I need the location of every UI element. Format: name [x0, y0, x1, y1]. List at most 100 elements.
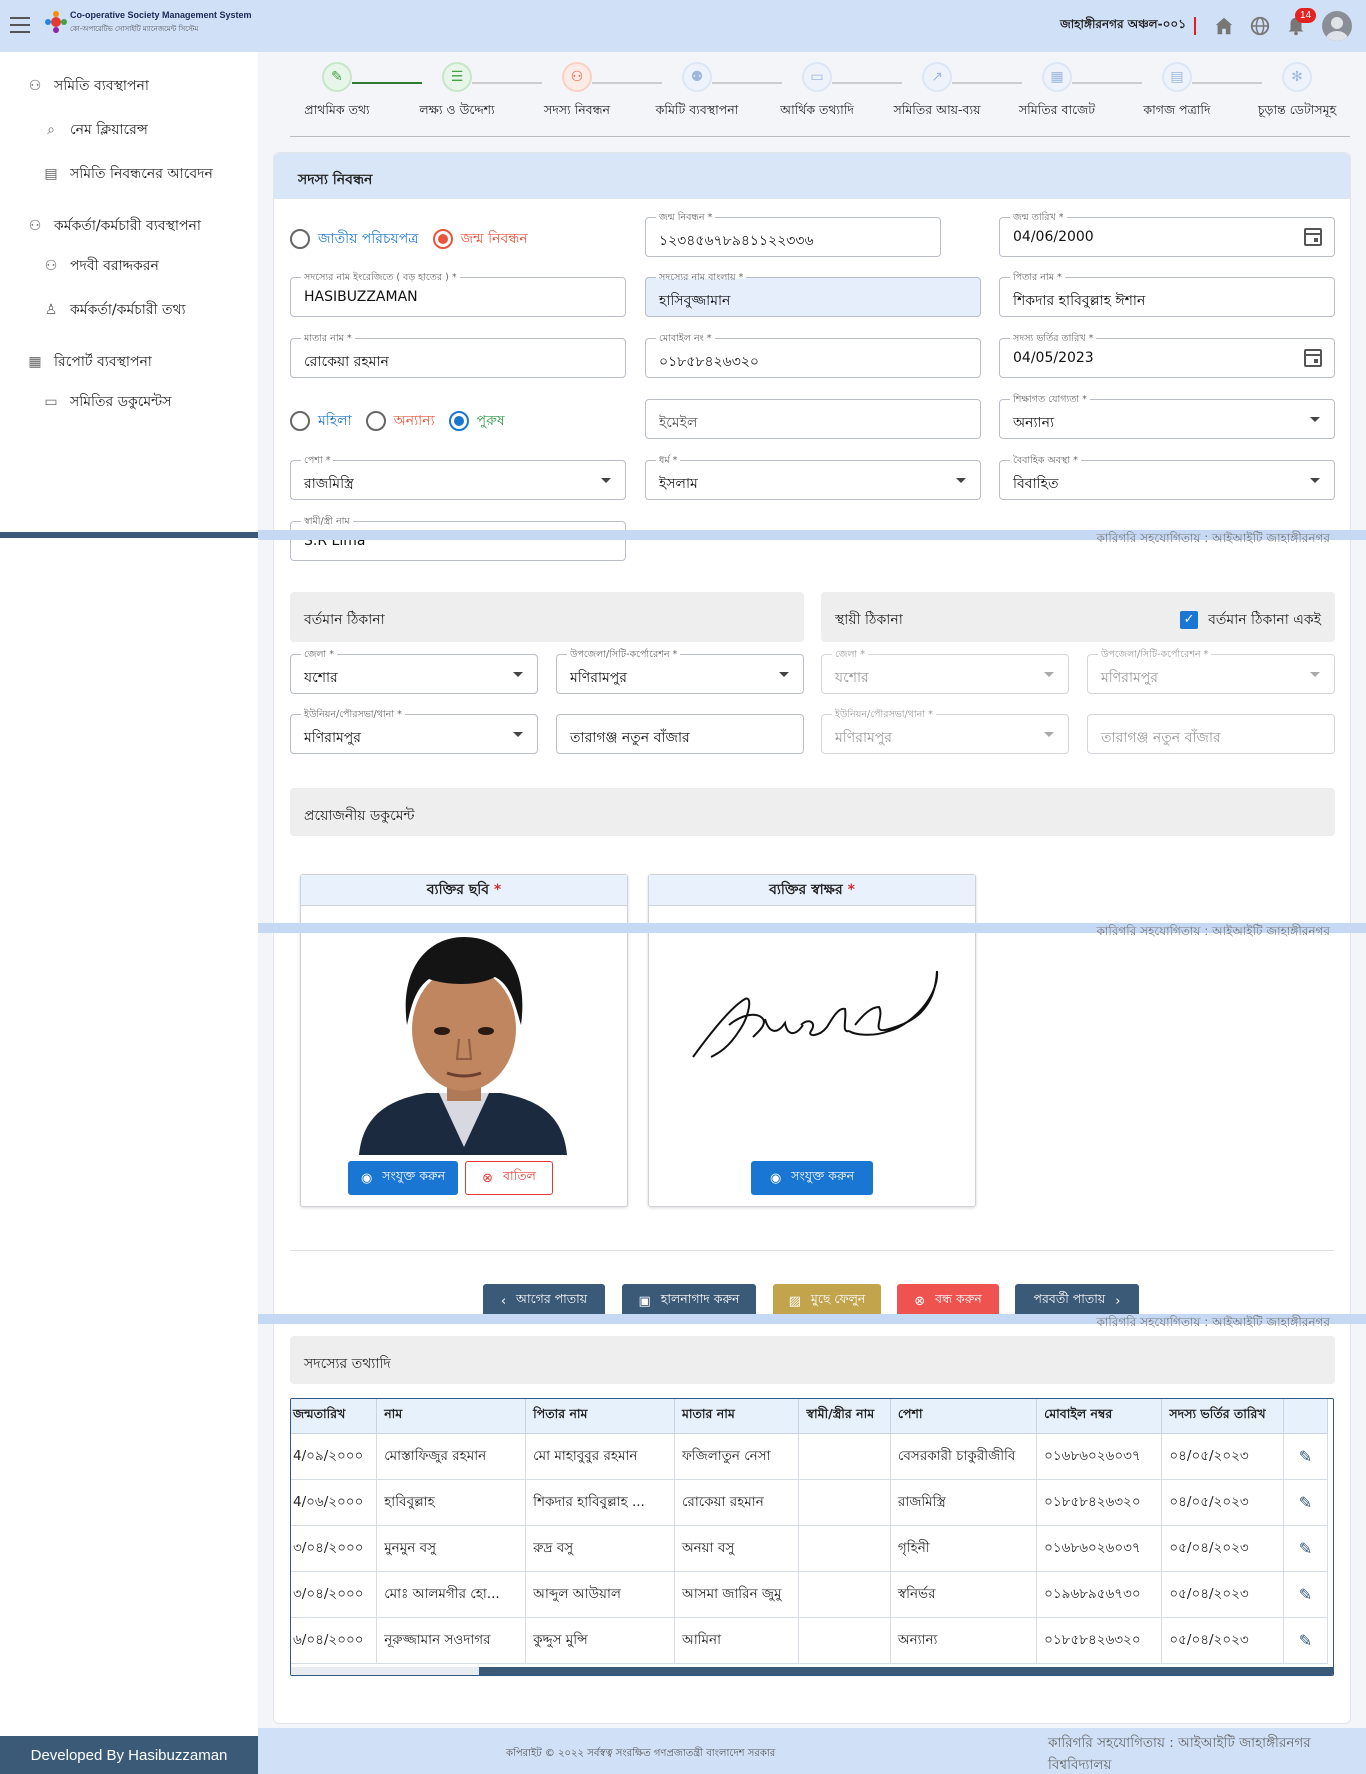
column-header[interactable]: মোবাইল নম্বর [1036, 1399, 1163, 1434]
step-objectives[interactable]: ☰ লক্ষ্য ও উদ্দেশ্য [397, 62, 517, 122]
clear-button[interactable]: ▨ মুছে ফেলুন [773, 1284, 881, 1318]
name-bangla-field[interactable]: সদস্যের নাম বাংলায় * হাসিবুজ্জামান [645, 271, 981, 317]
field-value: ১২৩৪৫৬৭৮৯৪১১২২৩৩৬ [659, 233, 814, 249]
gender-radio-group: মহিলা অন্যান্য পুরুষ [290, 409, 519, 433]
marital-status-select[interactable]: বৈবাহিক অবস্থা * বিবাহিত [999, 454, 1335, 500]
edit-icon[interactable]: ✎ [1283, 1525, 1329, 1572]
save-button[interactable]: ▣ হালনাগাদ করুন [622, 1284, 756, 1318]
step-member-registration[interactable]: ⚇ সদস্য নিবন্ধন [517, 62, 637, 122]
cell-dob: 4/০৬/২০০০ [291, 1479, 378, 1526]
sidebar-item-designation[interactable]: ⚇ পদবী বরাদ্দকরন [42, 254, 159, 278]
column-header[interactable]: স্বামী/স্ত্রীর নাম [798, 1399, 891, 1434]
dob-field[interactable]: জন্ম তারিখ * 04/06/2000 [999, 211, 1335, 257]
sidebar-item-report-management[interactable]: ▦ রিপোর্ট ব্যবস্থাপনা [26, 350, 152, 374]
name-english-field[interactable]: সদস্যের নাম ইংরেজিতে ( বড় হাতের ) * HAS… [290, 271, 626, 317]
step-final-data[interactable]: ✻ চূড়ান্ত ডেটাসমূহ [1237, 62, 1357, 122]
radio-label: পুরুষ [476, 413, 505, 429]
column-header[interactable]: মাতার নাম [674, 1399, 800, 1434]
close-button[interactable]: ⊗ বন্ধ করুন [897, 1284, 999, 1318]
present-address-detail-field[interactable]: তারাগঞ্জ নতুন বাঁজার [556, 714, 804, 754]
field-value: ইসলাম [659, 476, 698, 492]
permanent-upazila-select[interactable]: উপজেলা/সিটি-কর্পোরেশন * মণিরামপুর [1087, 648, 1335, 694]
step-income-expense[interactable]: ↗ সমিতির আয়-ব্যয় [877, 62, 997, 122]
column-header[interactable]: জন্মতারিখ [291, 1399, 378, 1434]
section-title: সদস্যের তথ্যাদি [304, 1356, 391, 1372]
education-select[interactable]: শিক্ষাগত যোগ্যতা * অন্যান্য [999, 393, 1335, 439]
calendar-icon[interactable] [1304, 349, 1322, 367]
permanent-address-detail-field[interactable]: তারাগঞ্জ নতুন বাঁজার [1087, 714, 1335, 754]
sidebar: ⚇ সমিতি ব্যবস্থাপনা ⌕ নেম ক্লিয়ারেন্স ▤… [0, 52, 258, 532]
members-header: সদস্যের তথ্যাদি [290, 1336, 1335, 1384]
birth-registration-field[interactable]: জন্ম নিবন্ধন * ১২৩৪৫৬৭৮৯৪১১২২৩৩৬ [645, 211, 941, 257]
cell-mother: আসমা জারিন জুমু [674, 1571, 800, 1618]
notification-button[interactable]: 14 [1285, 8, 1317, 37]
edit-icon[interactable]: ✎ [1283, 1571, 1329, 1618]
photo-cancel-button[interactable]: ⊗ বাতিল [465, 1161, 553, 1195]
sidebar-item-society-documents[interactable]: ▭ সমিতির ডকুমেন্টস [42, 390, 171, 414]
sidebar-item-registration-application[interactable]: ▤ সমিতি নিবন্ধনের আবেদন [42, 162, 212, 186]
home-icon[interactable] [1213, 15, 1235, 37]
radio-female[interactable]: মহিলা [290, 409, 352, 433]
sidebar-item-name-clearance[interactable]: ⌕ নেম ক্লিয়ারেন্স [42, 118, 148, 142]
chevron-down-icon [1044, 672, 1054, 677]
mother-name-field[interactable]: মাতার নাম * রোকেয়া রহমান [290, 332, 626, 378]
field-value: 04/05/2023 [1013, 350, 1094, 366]
calendar-icon[interactable] [1304, 228, 1322, 246]
sidebar-item-staff-info[interactable]: ♙ কর্মকর্তা/কর্মচারী তথ্য [42, 298, 186, 322]
present-union-select[interactable]: ইউনিয়ন/পৌরসভা/থানা * মণিরামপুর [290, 708, 538, 754]
radio-birth-registration[interactable]: জন্ম নিবন্ধন [432, 227, 528, 251]
user-avatar[interactable] [1322, 11, 1352, 41]
religion-select[interactable]: ধর্ম * ইসলাম [645, 454, 981, 500]
spouse-name-field[interactable]: স্বামী/স্ত্রী নাম S.R Lima [290, 515, 626, 561]
step-papers[interactable]: ▤ কাগজ পত্রাদি [1117, 62, 1237, 122]
step-committee[interactable]: ⚉ কমিটি ব্যবস্থাপনা [637, 62, 757, 122]
field-label: সদস্যের নাম বাংলায় * [656, 271, 747, 286]
repeated-footer-band: কারিগরি সহযোগিতায় : আইআইটি জাহাঙ্গীরনগর [258, 1314, 1366, 1329]
chevron-left-icon: ‹ [500, 1293, 507, 1309]
step-budget[interactable]: ▦ সমিতির বাজেট [997, 62, 1117, 122]
sidebar-item-society-management[interactable]: ⚇ সমিতি ব্যবস্থাপনা [26, 74, 149, 98]
step-basic-info[interactable]: ✎ প্রাথমিক তথ্য [277, 62, 397, 122]
permanent-district-select[interactable]: জেলা * যশোর [821, 648, 1069, 694]
same-address-checkbox[interactable]: ✓ বর্তমান ঠিকানা একই [1180, 608, 1321, 632]
scrollbar-thumb[interactable] [479, 1667, 1333, 1675]
email-field[interactable]: ইমেইল [645, 399, 981, 439]
stepper-underline [290, 136, 1350, 137]
column-header[interactable]: পিতার নাম [525, 1399, 675, 1434]
radio-male[interactable]: পুরুষ [448, 409, 505, 433]
next-page-button[interactable]: পরবর্তী পাতায় › [1015, 1284, 1139, 1318]
permanent-union-select[interactable]: ইউনিয়ন/পৌরসভা/থানা * মণিরামপুর [821, 708, 1069, 754]
sidebar-item-staff-management[interactable]: ⚇ কর্মকর্তা/কর্মচারী ব্যবস্থাপনা [26, 214, 201, 238]
profession-select[interactable]: পেশা * রাজমিস্ত্রি [290, 454, 626, 500]
chevron-down-icon [1310, 417, 1320, 422]
radio-other[interactable]: অন্যান্য [365, 409, 435, 433]
mobile-field[interactable]: মোবাইল নং * ০১৮৫৮৪২৬৩২০ [645, 332, 981, 378]
column-header[interactable]: সদস্য ভর্তির তারিখ [1161, 1399, 1284, 1434]
admission-date-field[interactable]: সদস্য ভর্তির তারিখ * 04/05/2023 [999, 332, 1335, 378]
radio-circle [448, 411, 469, 431]
sidebar-divider [0, 532, 258, 538]
field-label: শিক্ষাগত যোগ্যতা * [1010, 393, 1090, 408]
present-district-select[interactable]: জেলা * যশোর [290, 648, 538, 694]
edit-icon[interactable]: ✎ [1283, 1433, 1329, 1480]
signature-attach-button[interactable]: ◉ সংযুক্ত করুন [751, 1161, 873, 1195]
step-financial[interactable]: ▭ আর্থিক তথ্যাদি [757, 62, 877, 122]
globe-icon[interactable] [1249, 15, 1271, 37]
present-upazila-select[interactable]: উপজেলা/সিটি-কর্পোরেশন * মণিরামপুর [556, 648, 804, 694]
photo-attach-button[interactable]: ◉ সংযুক্ত করুন [348, 1161, 458, 1195]
menu-icon[interactable] [10, 17, 30, 33]
wallet-icon: ▭ [802, 62, 832, 92]
field-label: ইউনিয়ন/পৌরসভা/থানা * [832, 708, 936, 723]
radio-nid[interactable]: জাতীয় পরিচয়পত্র [290, 227, 419, 251]
radio-circle [290, 229, 310, 249]
column-header[interactable]: পেশা [890, 1399, 1038, 1434]
prev-page-button[interactable]: ‹ আগের পাতায় [483, 1284, 605, 1318]
table-horizontal-scrollbar[interactable] [291, 1667, 1333, 1675]
father-name-field[interactable]: পিতার নাম * শিকদার হাবিবুল্লাহ ঈশান [999, 271, 1335, 317]
edit-icon[interactable]: ✎ [1283, 1617, 1329, 1664]
section-title: বর্তমান ঠিকানা [304, 612, 385, 628]
column-header[interactable]: নাম [376, 1399, 527, 1434]
button-label: বাতিল [503, 1168, 536, 1183]
edit-icon[interactable]: ✎ [1283, 1479, 1329, 1526]
field-value: যশোর [304, 670, 338, 686]
